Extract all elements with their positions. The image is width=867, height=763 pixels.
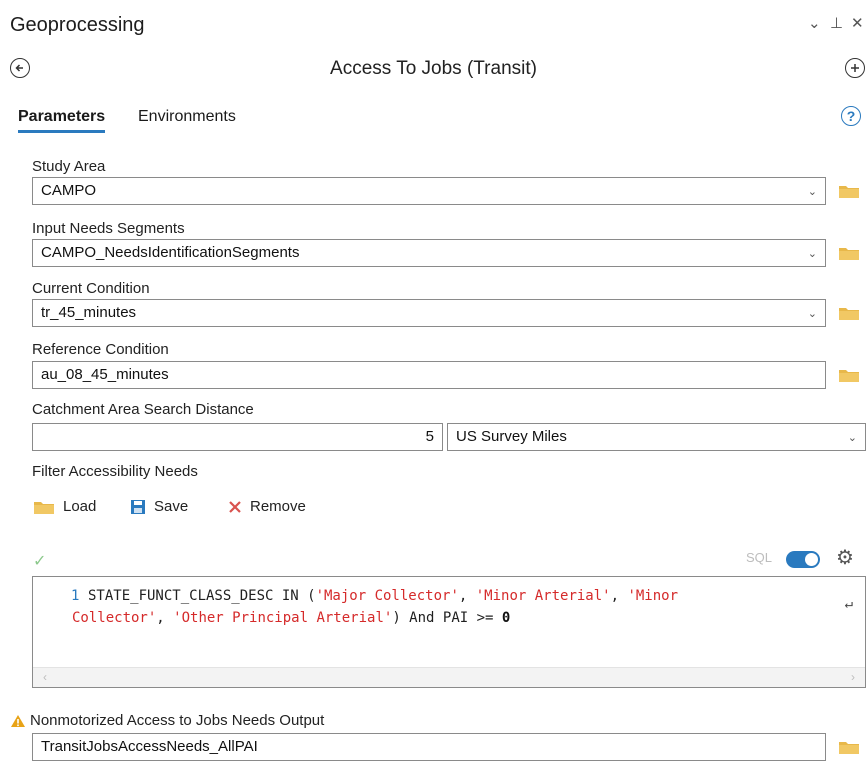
sql-label: SQL <box>746 550 773 565</box>
catchment-label: Catchment Area Search Distance <box>32 401 254 418</box>
filter-label: Filter Accessibility Needs <box>32 463 198 480</box>
current-condition-label: Current Condition <box>32 280 150 297</box>
close-icon[interactable]: ✕ <box>851 14 864 32</box>
tab-parameters[interactable]: Parameters <box>18 108 106 133</box>
output-input[interactable]: TransitJobsAccessNeeds_AllPAI <box>32 733 826 761</box>
tab-environments[interactable]: Environments <box>138 108 236 126</box>
save-button[interactable]: Save <box>130 498 188 515</box>
line-number: 1 <box>71 588 80 604</box>
distance-unit-value: US Survey Miles <box>456 428 567 445</box>
output-value: TransitJobsAccessNeeds_AllPAI <box>41 738 258 755</box>
catchment-distance-input[interactable]: 5 <box>32 423 443 451</box>
horizontal-scrollbar[interactable]: ‹ › <box>33 667 865 687</box>
save-icon <box>131 499 145 514</box>
input-needs-value: CAMPO_NeedsIdentificationSegments <box>41 244 300 261</box>
chevron-down-icon: ⌄ <box>807 248 817 260</box>
tool-title: Access To Jobs (Transit) <box>330 58 537 79</box>
code-line-2: Collector', 'Other Principal Arterial') … <box>72 610 511 626</box>
reference-condition-input[interactable]: au_08_45_minutes <box>32 361 826 389</box>
study-area-value: CAMPO <box>41 182 97 199</box>
gear-icon[interactable]: ⚙ <box>836 545 854 570</box>
input-needs-label: Input Needs Segments <box>32 220 185 237</box>
catchment-distance-value: 5 <box>425 428 434 445</box>
output-label: Nonmotorized Access to Jobs Needs Output <box>30 712 325 729</box>
output-label-row: Nonmotorized Access to Jobs Needs Output <box>10 712 324 729</box>
chevron-down-icon: ⌄ <box>807 308 817 320</box>
code-line-1: STATE_FUNCT_CLASS_DESC IN ('Major Collec… <box>88 588 679 604</box>
folder-icon <box>34 501 54 514</box>
reference-condition-value: au_08_45_minutes <box>41 366 169 383</box>
remove-label: Remove <box>250 498 306 515</box>
word-wrap-icon: ↵ <box>844 596 853 612</box>
distance-unit-dropdown[interactable]: US Survey Miles ⌄ <box>447 423 866 451</box>
browse-folder-icon[interactable] <box>838 305 860 321</box>
chevron-down-icon: ⌄ <box>807 186 817 198</box>
scroll-left-icon[interactable]: ‹ <box>43 670 47 684</box>
remove-button[interactable]: Remove <box>228 498 306 515</box>
sql-toggle[interactable] <box>786 551 820 568</box>
input-needs-dropdown[interactable]: CAMPO_NeedsIdentificationSegments ⌄ <box>32 239 826 267</box>
help-icon[interactable]: ? <box>841 106 861 126</box>
remove-x-icon <box>229 500 241 513</box>
scroll-right-icon[interactable]: › <box>851 670 855 684</box>
browse-folder-icon[interactable] <box>838 183 860 199</box>
add-icon[interactable] <box>845 58 865 78</box>
browse-folder-icon[interactable] <box>838 367 860 383</box>
study-area-label: Study Area <box>32 158 106 175</box>
reference-condition-label: Reference Condition <box>32 341 169 358</box>
sql-editor[interactable]: 1 STATE_FUNCT_CLASS_DESC IN ('Major Coll… <box>32 576 866 688</box>
pane-options-chevron-icon[interactable]: ⌄ <box>808 14 821 32</box>
browse-folder-icon[interactable] <box>838 245 860 261</box>
pin-icon[interactable]: ⊥ <box>830 14 843 32</box>
study-area-dropdown[interactable]: CAMPO ⌄ <box>32 177 826 205</box>
current-condition-dropdown[interactable]: tr_45_minutes ⌄ <box>32 299 826 327</box>
browse-folder-icon[interactable] <box>838 739 860 755</box>
validate-check-icon[interactable]: ✓ <box>33 551 46 571</box>
warning-icon <box>11 714 25 727</box>
chevron-down-icon: ⌄ <box>847 432 857 444</box>
load-button[interactable]: Load <box>33 498 96 515</box>
pane-title: Geoprocessing <box>10 14 145 36</box>
current-condition-value: tr_45_minutes <box>41 304 137 321</box>
load-label: Load <box>63 498 97 515</box>
save-label: Save <box>154 498 189 515</box>
